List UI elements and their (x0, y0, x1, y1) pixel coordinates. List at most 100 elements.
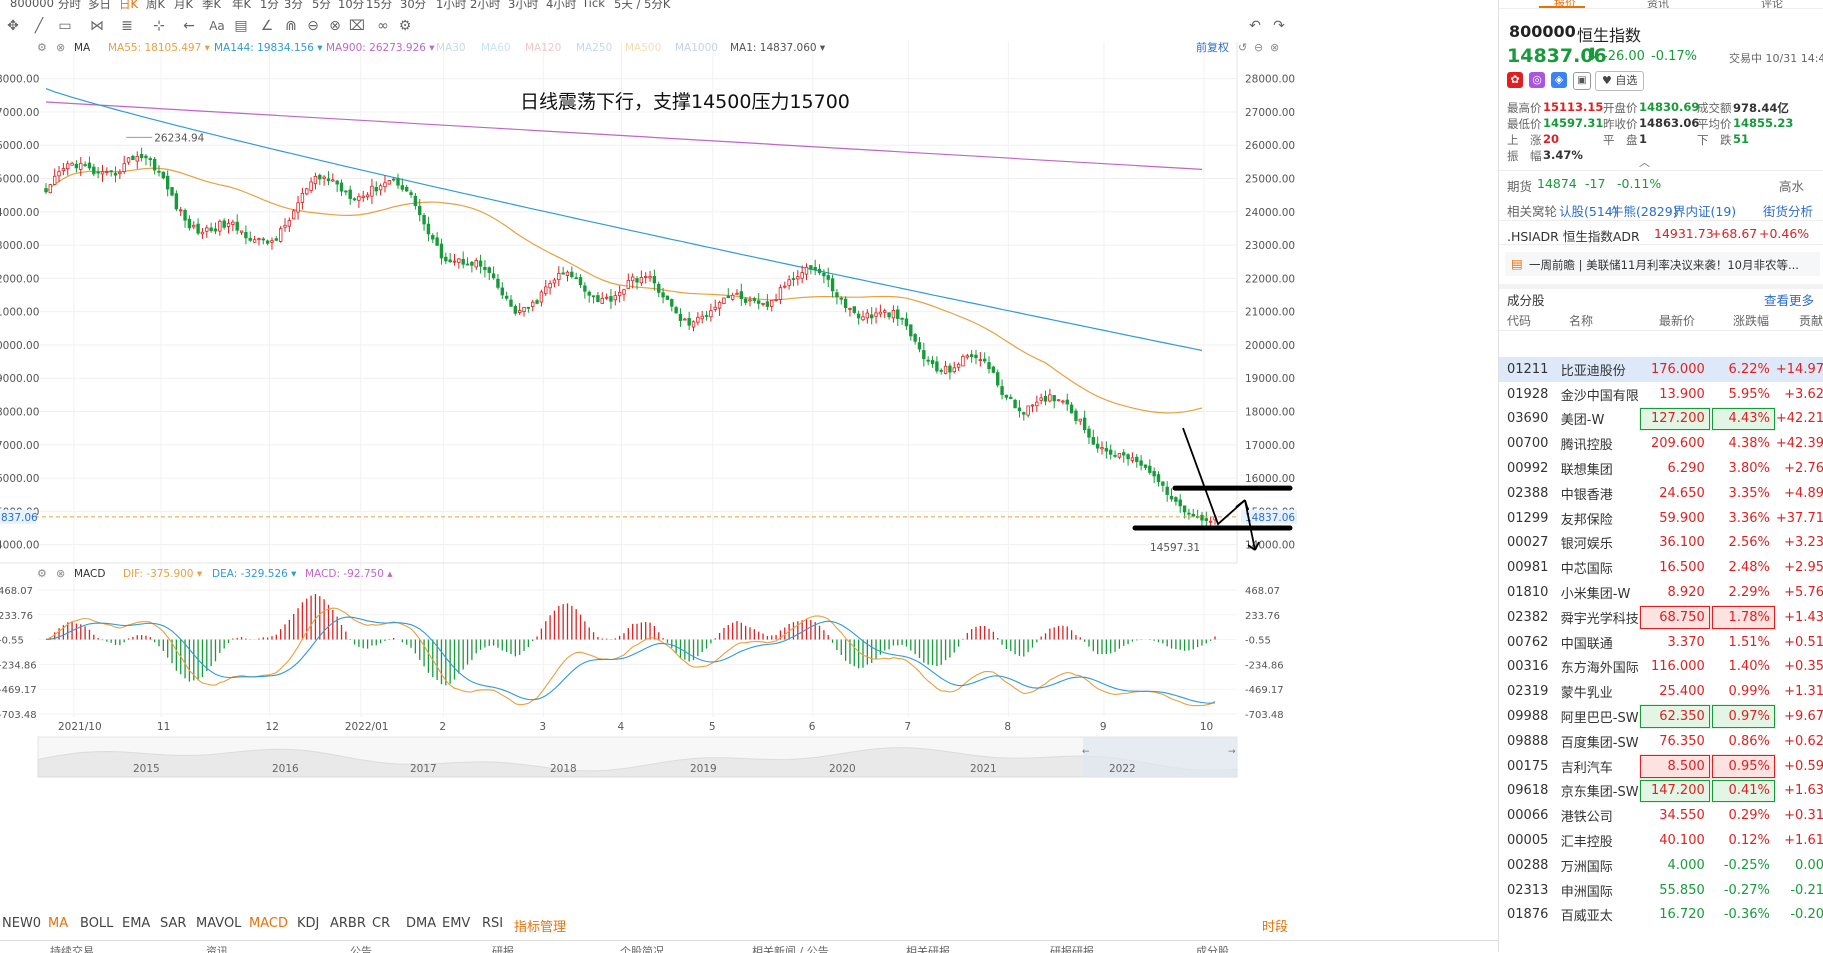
indicator-tab-dma[interactable]: DMA (406, 916, 436, 931)
warrant-link-inline[interactable]: 界内证(19) (1673, 201, 1736, 220)
lock-icon[interactable]: ⊗ (324, 16, 346, 36)
arrow-tool-icon[interactable]: ← (178, 16, 200, 36)
undo-icon[interactable]: ↶ (1244, 16, 1266, 36)
table-row[interactable]: 01928 金沙中国有限 13.900 5.95% +3.62 (1499, 382, 1823, 407)
col-header-contrib[interactable]: 贡献 (1799, 312, 1823, 329)
angle-tool-icon[interactable]: ∠ (256, 16, 278, 36)
table-row[interactable]: 02319 蒙牛乳业 25.400 0.99% +1.31 (1499, 679, 1823, 704)
indicator-tab-rsi[interactable]: RSI (482, 916, 503, 931)
table-row[interactable]: 00005 汇丰控股 40.100 0.12% +1.61 (1499, 828, 1823, 853)
timeframe-5[interactable]: 月K (174, 0, 193, 10)
timeframe-9[interactable]: 3分 (284, 0, 303, 10)
timeframe-1[interactable]: 分时 (58, 0, 81, 10)
redo-icon[interactable]: ↷ (1268, 16, 1290, 36)
table-row[interactable]: 00175 吉利汽车 8.500 0.95% +0.59 (1499, 753, 1823, 779)
table-row[interactable]: 01876 百威亚太 16.720 -0.36% -0.20 (1499, 903, 1823, 928)
table-row[interactable]: 00066 港铁公司 34.550 0.29% +0.31 (1499, 803, 1823, 828)
timeframe-3[interactable]: 日K (119, 0, 138, 10)
timeframe-17[interactable]: 4小时 (546, 0, 576, 10)
pitchfork-tool-icon[interactable]: ⋈ (86, 16, 108, 36)
indicator-tab-ma[interactable]: MA (48, 916, 68, 931)
table-row[interactable]: 01810 小米集团-W 8.920 2.29% +5.76 (1499, 580, 1823, 605)
tag-icon[interactable]: ◈ (1551, 72, 1567, 88)
table-row[interactable]: 01299 友邦保险 59.900 3.36% +37.71 (1499, 506, 1823, 531)
adr-name[interactable]: .HSIADR 恒生指数ADR (1507, 226, 1640, 245)
indicator-tab-指标管理[interactable]: 指标管理 (514, 916, 566, 935)
connect-icon[interactable]: ◎ (1529, 72, 1545, 88)
indicator-tab-emv[interactable]: EMV (442, 916, 470, 931)
main-chart-area[interactable]: 28000.00 8000.00 27000.00 7000.00 26000.00 60… (0, 40, 1498, 924)
indicator-tab-mavol[interactable]: MAVOL (196, 916, 241, 931)
candle-body (205, 227, 209, 232)
session-link[interactable]: 时段 (1262, 916, 1288, 935)
magnet-icon[interactable]: ⋒ (280, 16, 302, 36)
add-watchlist-button[interactable]: ♥ 自选 (1595, 71, 1645, 91)
timeframe-16[interactable]: 3小时 (508, 0, 538, 10)
indicator-tab-new0[interactable]: NEW0 (2, 916, 41, 931)
table-row[interactable]: 00981 中芯国际 16.500 2.48% +2.95 (1499, 555, 1823, 580)
table-row[interactable]: 03690 美团-W 127.200 4.43% +42.21 (1499, 406, 1823, 432)
indicator-tab-ema[interactable]: EMA (122, 916, 150, 931)
note-icon[interactable]: ▣ (1573, 72, 1591, 90)
timeframe-14[interactable]: 1小时 (436, 0, 466, 10)
table-row[interactable]: 09988 阿里巴巴-SW 62.350 0.97% +9.67 (1499, 704, 1823, 729)
indicator-tab-sar[interactable]: SAR (160, 916, 186, 931)
table-row[interactable]: 02388 中银香港 24.650 3.35% +4.89 (1499, 481, 1823, 506)
fibonacci-tool-icon[interactable]: ≣ (116, 16, 138, 36)
trash-icon[interactable]: ⌧ (346, 16, 368, 36)
indicator-tab-arbr[interactable]: ARBR (330, 916, 366, 931)
crosshair-move-icon[interactable]: ✥ (2, 16, 24, 36)
timeframe-15[interactable]: 2小时 (470, 0, 500, 10)
line-tool-icon[interactable]: ╱ (28, 16, 50, 36)
timeframe-2[interactable]: 多日 (88, 0, 111, 10)
timeframe-8[interactable]: 1分 (260, 0, 279, 10)
outstanding-analysis-link[interactable]: 街货分析 (1763, 201, 1813, 220)
timeframe-11[interactable]: 10分 (338, 0, 364, 10)
warrant-link-call[interactable]: 认股(514) (1559, 201, 1618, 220)
table-row[interactable]: 00027 银河娱乐 36.100 2.56% +3.23 (1499, 531, 1823, 556)
visibility-icon[interactable]: ⊖ (302, 16, 324, 36)
link-icon[interactable]: ∞ (372, 16, 394, 36)
timeframe-13[interactable]: 30分 (400, 0, 426, 10)
timeframe-0[interactable]: 800000 (10, 0, 54, 10)
table-row[interactable]: 01211 比亚迪股份 176.000 6.22% +14.97 (1499, 357, 1823, 382)
timeframe-10[interactable]: 5分 (312, 0, 331, 10)
table-row[interactable]: 00700 腾讯控股 209.600 4.38% +42.39 (1499, 431, 1823, 456)
timeframe-4[interactable]: 周K (146, 0, 165, 10)
indicator-tab-macd[interactable]: MACD (249, 916, 288, 931)
text-tool-icon[interactable]: Aa (206, 16, 228, 36)
comment-tool-icon[interactable]: ▤ (230, 16, 252, 36)
timeframe-12[interactable]: 15分 (366, 0, 392, 10)
table-row[interactable]: 00992 联想集团 6.290 3.80% +2.76 (1499, 456, 1823, 481)
timeframe-19[interactable]: 5天 / 5分K (614, 0, 670, 10)
table-row[interactable]: 00316 东方海外国际 116.000 1.40% +0.35 (1499, 655, 1823, 680)
table-row[interactable]: 09618 京东集团-SW 147.200 0.41% +1.63 (1499, 778, 1823, 804)
view-more-link[interactable]: 查看更多 (1764, 290, 1814, 309)
tab-comments[interactable]: 评论 (1761, 0, 1783, 8)
measure-tool-icon[interactable]: ⊹ (148, 16, 170, 36)
timeframe-6[interactable]: 季K (202, 0, 221, 10)
rectangle-tool-icon[interactable]: ▭ (54, 16, 76, 36)
collapse-chevron-icon[interactable]: ︿ (1639, 154, 1650, 170)
table-row[interactable]: 00288 万洲国际 4.000 -0.25% 0.00 (1499, 853, 1823, 878)
table-row[interactable]: 00762 中国联通 3.370 1.51% +0.51 (1499, 630, 1823, 655)
settings-gear-icon[interactable]: ⚙ (394, 16, 416, 36)
col-header-code[interactable]: 代码 (1507, 312, 1531, 329)
candle-body (231, 221, 235, 225)
tab-news[interactable]: 资讯 (1647, 0, 1669, 8)
col-header-name[interactable]: 名称 (1569, 312, 1593, 329)
table-row[interactable]: 09888 百度集团-SW 76.350 0.86% +0.62 (1499, 729, 1823, 754)
kline-chart[interactable]: 28000.008000.0027000.007000.0026000.0060… (0, 40, 1498, 924)
table-row[interactable]: 02313 申洲国际 55.850 -0.27% -0.21 (1499, 878, 1823, 903)
table-row[interactable]: 02382 舜宇光学科技 68.750 1.78% +1.43 (1499, 604, 1823, 630)
indicator-tab-boll[interactable]: BOLL (80, 916, 113, 931)
timeframe-7[interactable]: 年K (232, 0, 251, 10)
col-header-price[interactable]: 最新价 (1659, 312, 1695, 329)
news-banner[interactable]: ▤ 一周前瞻 | 美联储11月利率决议来袭！10月非农等... (1505, 252, 1820, 276)
indicator-tab-cr[interactable]: CR (372, 916, 390, 931)
timeframe-18[interactable]: Tick (582, 0, 605, 10)
indicator-tab-kdj[interactable]: KDJ (297, 916, 319, 931)
warrant-link-cbbc[interactable]: 牛熊(2829) (1611, 201, 1678, 220)
candle-body (157, 170, 161, 173)
col-header-pct[interactable]: 涨跌幅 (1733, 312, 1769, 329)
